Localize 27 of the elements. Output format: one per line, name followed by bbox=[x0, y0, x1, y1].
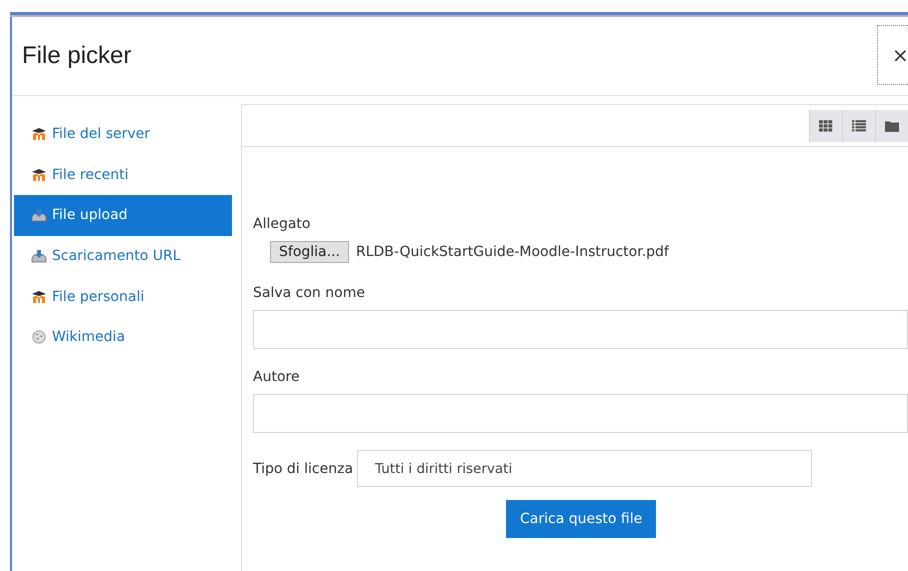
sidebar-item[interactable]: Scaricamento URL bbox=[14, 236, 232, 276]
mortarboard-icon bbox=[31, 127, 47, 142]
field-label: Tipo di licenza bbox=[253, 460, 354, 476]
mortarboard-icon bbox=[31, 168, 47, 182]
input-field[interactable] bbox=[253, 310, 908, 349]
field-label: Allegato bbox=[253, 216, 312, 232]
license-dropdown[interactable]: Tutti i diritti riservati bbox=[357, 450, 812, 487]
upload-button[interactable]: Carica questo file bbox=[506, 500, 656, 538]
input-field[interactable] bbox=[253, 394, 908, 433]
mortarboard-icon bbox=[31, 290, 47, 304]
file-name: RLDB-QuickStartGuide-Moodle-Instructor.pdf bbox=[356, 244, 669, 260]
field-label: Autore bbox=[253, 369, 301, 385]
browse-button[interactable]: Sfoglia... bbox=[270, 241, 349, 263]
folder-icon bbox=[885, 120, 899, 132]
list-icon bbox=[852, 120, 866, 132]
close-button[interactable]: × bbox=[877, 25, 908, 85]
tray-arrow-icon bbox=[31, 208, 47, 222]
sidebar-item[interactable]: File personali bbox=[14, 276, 232, 317]
sidebar-item[interactable]: File upload bbox=[14, 195, 232, 236]
sidebar-item[interactable]: Wikimedia bbox=[14, 316, 232, 358]
globe-icon bbox=[31, 330, 47, 344]
sidebar-item[interactable]: File del server bbox=[14, 114, 232, 155]
dialog-title: File picker bbox=[22, 42, 132, 70]
field-label: Salva con nome bbox=[253, 285, 366, 301]
grid-icon bbox=[819, 120, 833, 132]
sidebar-item[interactable]: File recenti bbox=[14, 154, 232, 196]
tray-arrow-icon bbox=[31, 249, 47, 264]
